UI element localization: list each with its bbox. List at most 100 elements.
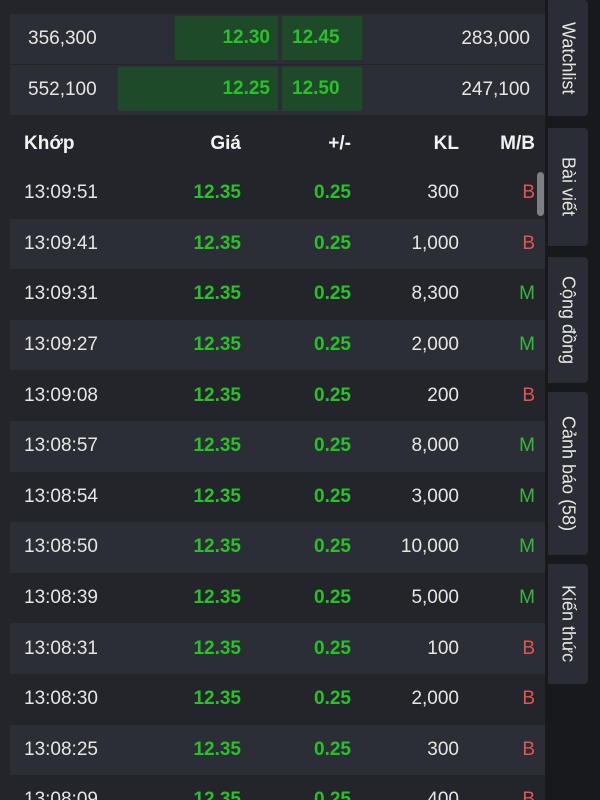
trade-row: 13:09:31 12.35 0.25 8,300 M <box>10 269 545 320</box>
trade-time: 13:09:41 <box>24 232 98 254</box>
trade-time: 13:08:54 <box>24 485 98 507</box>
trade-time: 13:09:08 <box>24 384 98 406</box>
trade-side: B <box>522 738 535 760</box>
header-side: M/B <box>500 133 535 154</box>
trade-row: 13:09:27 12.35 0.25 2,000 M <box>10 319 545 371</box>
trade-price: 12.35 <box>193 384 241 406</box>
trade-time: 13:09:31 <box>24 283 98 305</box>
trade-price: 12.35 <box>193 283 241 305</box>
tab-watchlist[interactable]: Watchlist <box>548 0 588 116</box>
tab-kien-thuc[interactable]: Kiến thức <box>548 564 588 684</box>
trade-price: 12.35 <box>193 435 241 457</box>
tab-label: Kiến thức <box>558 585 579 663</box>
trades-list[interactable]: 13:09:51 12.35 0.25 300 B 13:09:41 12.35 0.25 1,… <box>10 168 545 800</box>
bid-volume: 356,300 <box>28 28 97 49</box>
trade-volume: 10,000 <box>400 536 459 558</box>
bid-price: 12.25 <box>222 78 270 99</box>
bid-price: 12.30 <box>222 27 270 48</box>
header-volume: KL <box>433 133 459 154</box>
trade-price: 12.35 <box>193 232 241 254</box>
trade-volume: 300 <box>427 738 459 760</box>
trade-change: 0.25 <box>314 637 351 659</box>
trade-time: 13:09:27 <box>24 334 98 356</box>
ask-volume: 247,100 <box>461 79 530 100</box>
trade-time: 13:08:39 <box>24 587 98 609</box>
trade-volume: 5,000 <box>411 587 459 609</box>
ask-price: 12.50 <box>292 78 340 99</box>
trade-side: B <box>522 688 535 710</box>
trade-change: 0.25 <box>314 536 351 558</box>
header-change: +/- <box>328 133 351 154</box>
tab-cong-dong[interactable]: Cộng đồng <box>548 257 588 383</box>
bid-price-bar: 12.25 <box>118 67 278 111</box>
trade-change: 0.25 <box>314 587 351 609</box>
trade-price: 12.35 <box>193 587 241 609</box>
trade-change: 0.25 <box>314 334 351 356</box>
trade-side: M <box>519 587 535 609</box>
trade-change: 0.25 <box>314 789 351 800</box>
bid-volume: 552,100 <box>28 79 97 100</box>
ask-price: 12.45 <box>292 27 340 48</box>
tab-label: Watchlist <box>558 21 579 95</box>
trade-price: 12.35 <box>193 688 241 710</box>
trade-volume: 8,000 <box>411 435 459 457</box>
trade-time: 13:08:50 <box>24 536 98 558</box>
trade-volume: 3,000 <box>411 485 459 507</box>
trade-price: 12.35 <box>193 182 241 204</box>
trade-row: 13:08:31 12.35 0.25 100 B <box>10 623 545 674</box>
trade-row: 13:08:50 12.35 0.25 10,000 M <box>10 522 545 573</box>
scrollbar-thumb[interactable] <box>537 172 544 216</box>
header-price: Giá <box>210 133 241 154</box>
trade-side: M <box>519 334 535 356</box>
market-panel: 356,300 12.30 12.45 283,000 552,100 12.2… <box>0 0 545 800</box>
trade-change: 0.25 <box>314 738 351 760</box>
trade-price: 12.35 <box>193 536 241 558</box>
app-root: 356,300 12.30 12.45 283,000 552,100 12.2… <box>0 0 600 800</box>
trade-change: 0.25 <box>314 182 351 204</box>
trade-side: M <box>519 435 535 457</box>
ask-volume: 283,000 <box>461 28 530 49</box>
side-tabs: Watchlist Bài viết Cộng đồng Cảnh báo (5… <box>545 0 600 800</box>
trade-volume: 200 <box>427 384 459 406</box>
trade-time: 13:08:57 <box>24 435 98 457</box>
trades-header: Khớp Giá +/- KL M/B <box>10 120 545 168</box>
trade-row: 13:09:08 12.35 0.25 200 B <box>10 370 545 421</box>
trade-time: 13:08:09 <box>24 789 98 800</box>
orderbook-row: 552,100 12.25 12.50 247,100 <box>10 65 545 115</box>
trade-side: B <box>522 232 535 254</box>
ask-price-bar: 12.45 <box>282 16 362 60</box>
trade-volume: 8,300 <box>411 283 459 305</box>
trade-change: 0.25 <box>314 232 351 254</box>
trade-row: 13:08:54 12.35 0.25 3,000 M <box>10 472 545 523</box>
trade-price: 12.35 <box>193 789 241 800</box>
trade-time: 13:08:30 <box>24 688 98 710</box>
header-time: Khớp <box>24 133 75 154</box>
trade-side: M <box>519 536 535 558</box>
tab-label: Cộng đồng <box>558 275 579 365</box>
trade-change: 0.25 <box>314 283 351 305</box>
trade-side: B <box>522 637 535 659</box>
trade-price: 12.35 <box>193 637 241 659</box>
trade-row: 13:08:25 12.35 0.25 300 B <box>10 724 545 776</box>
trade-side: B <box>522 789 535 800</box>
trade-price: 12.35 <box>193 738 241 760</box>
trade-change: 0.25 <box>314 435 351 457</box>
trade-side: M <box>519 283 535 305</box>
bid-price-bar: 12.30 <box>175 16 278 60</box>
orderbook-row: 356,300 12.30 12.45 283,000 <box>10 14 545 64</box>
tab-bai-viet[interactable]: Bài viết <box>548 128 588 246</box>
trade-time: 13:08:25 <box>24 738 98 760</box>
trade-volume: 400 <box>427 789 459 800</box>
trade-side: B <box>522 182 535 204</box>
trade-row: 13:08:30 12.35 0.25 2,000 B <box>10 674 545 725</box>
trade-change: 0.25 <box>314 485 351 507</box>
trade-change: 0.25 <box>314 384 351 406</box>
tab-canh-bao[interactable]: Cảnh báo (58) <box>548 392 588 555</box>
trade-row: 13:08:57 12.35 0.25 8,000 M <box>10 420 545 472</box>
trade-volume: 300 <box>427 182 459 204</box>
trade-side: M <box>519 485 535 507</box>
trade-volume: 1,000 <box>411 232 459 254</box>
tab-label: Bài viết <box>558 157 579 217</box>
trade-price: 12.35 <box>193 334 241 356</box>
tab-label: Cảnh báo (58) <box>558 415 579 532</box>
